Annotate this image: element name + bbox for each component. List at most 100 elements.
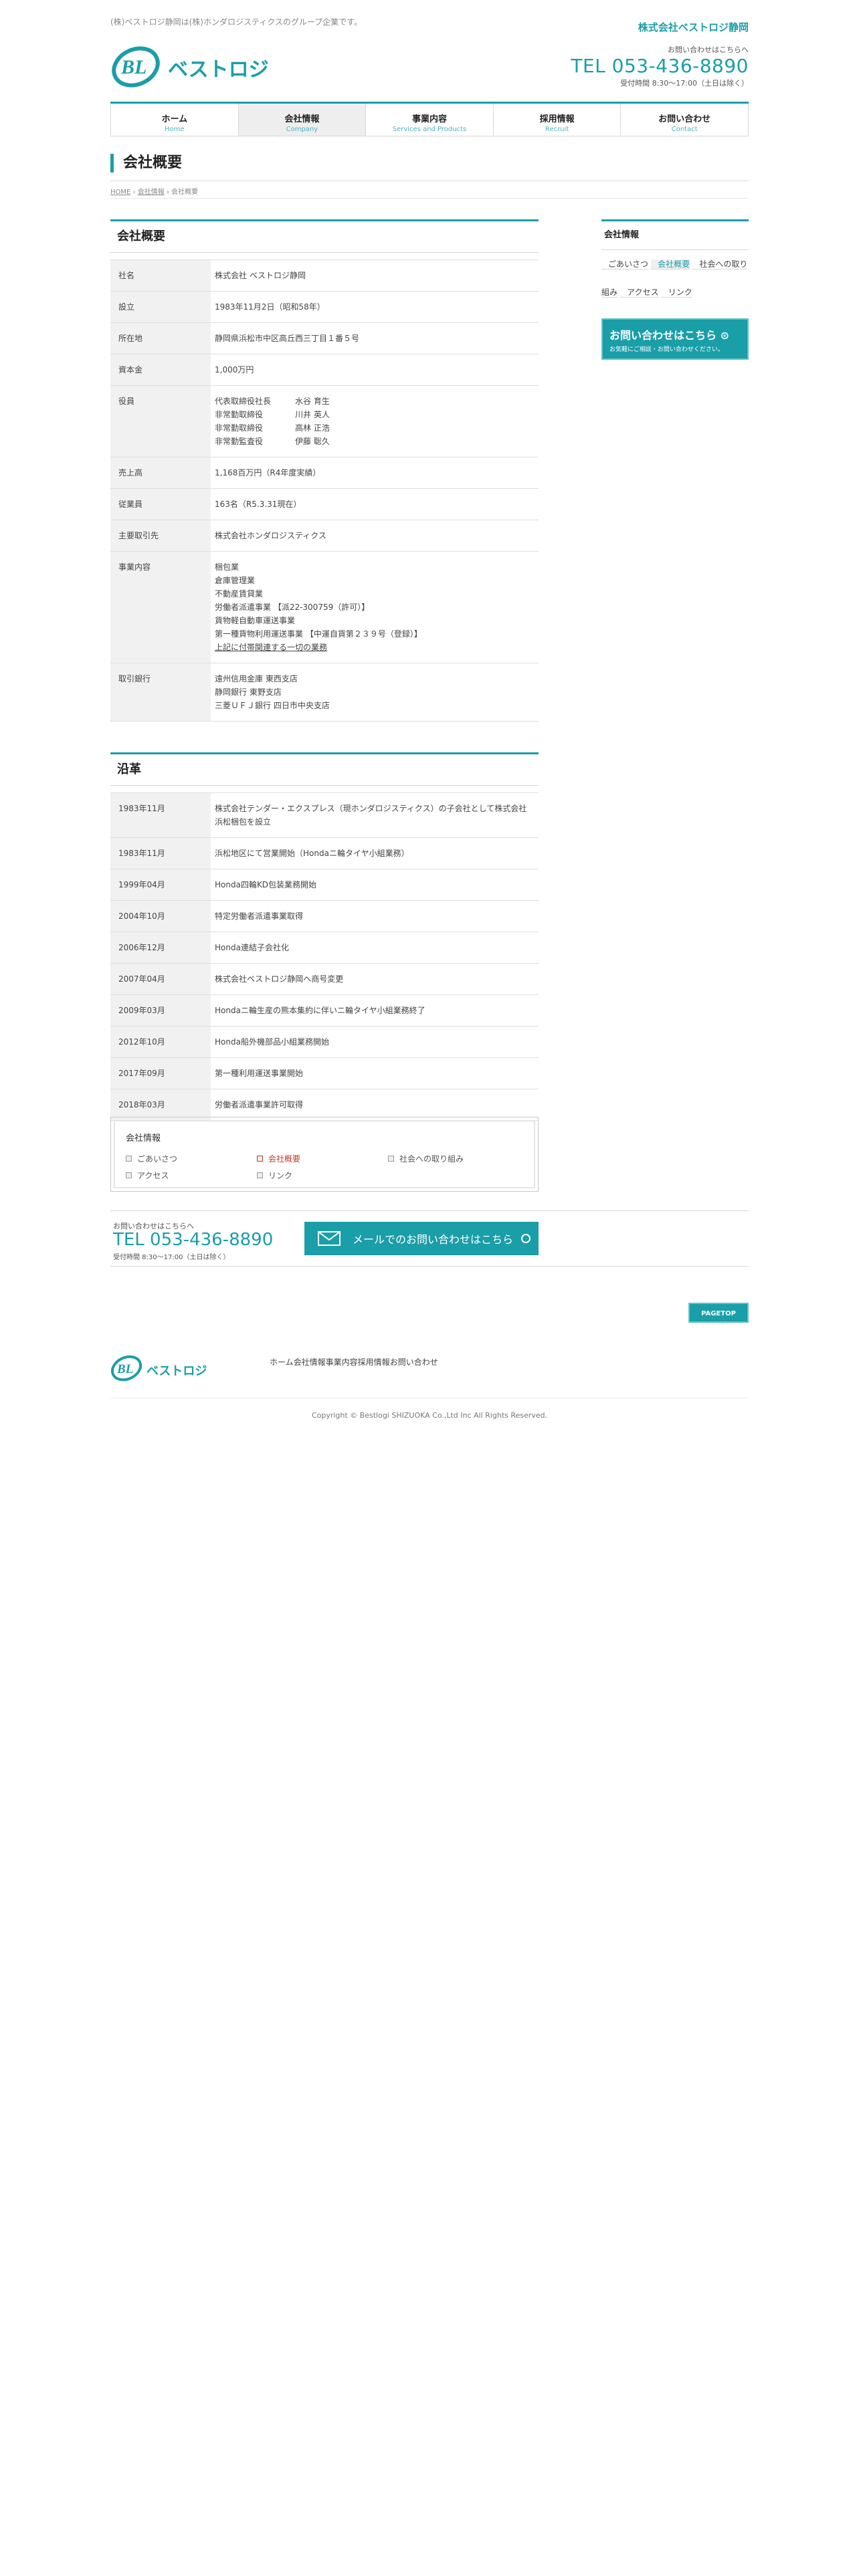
footer-nav-home[interactable]: ホーム	[270, 1358, 294, 1367]
table-row: 社名 株式会社 ベストロジ静岡	[110, 259, 539, 292]
history-date: 1983年11月	[110, 792, 211, 838]
gnav-home[interactable]: ホーム Home	[110, 104, 238, 136]
table-row: 取引銀行 遠州信用金庫 東西支店 静岡銀行 東野支店 三菱ＵＦＪ銀行 四日市中央…	[110, 663, 539, 722]
subnav-label: 社会への取り組み	[399, 1154, 464, 1164]
footer-nav-services[interactable]: 事業内容	[326, 1358, 358, 1367]
table-row: 2009年03月 Hondaニ輪生産の熊本集約に伴いニ輪タイヤ小組業務終了	[110, 994, 539, 1027]
footer-hours: 受付時間 8:30〜17:00（土日は除く）	[113, 1254, 230, 1261]
footer-tel[interactable]: TEL 053-436-8890	[113, 1230, 273, 1250]
footer-nav-recruit[interactable]: 採用情報	[358, 1358, 390, 1367]
subnav-item-links[interactable]: リンク	[257, 1170, 388, 1181]
subnav-label: ごあいさつ	[137, 1154, 178, 1164]
mail-contact-button[interactable]: メールでのお問い合わせはこちら	[304, 1222, 539, 1255]
sidebar-item-overview[interactable]: 会社概要	[651, 259, 690, 270]
business-line: 第一種貨物利用運送事業 【中運自貨第２３９号（登録）】	[215, 629, 422, 639]
circle-arrow-icon	[521, 1234, 531, 1243]
page-title: 会社概要	[110, 154, 182, 173]
history-date: 2004年10月	[110, 900, 211, 932]
table-row: 資本金 1,000万円	[110, 354, 539, 386]
header-tel[interactable]: TEL 053-436-8890	[571, 55, 749, 78]
officer-name: 水谷 育生	[295, 397, 330, 406]
banner-main-text: お問い合わせはこちら	[609, 329, 717, 342]
row-label: 事業内容	[110, 551, 211, 663]
row-value: 株式会社ホンダロジスティクス	[211, 520, 539, 552]
officer: 非常勤監査役 伊藤 聡久	[215, 435, 535, 448]
row-label: 主要取引先	[110, 520, 211, 552]
subnav-label: リンク	[268, 1171, 293, 1180]
gnav-contact[interactable]: お問い合わせ Contact	[620, 104, 749, 136]
table-row: 売上高 1,168百万円（R4年度実績）	[110, 457, 539, 489]
row-value: 163名（R5.3.31現在）	[211, 488, 539, 520]
envelope-icon	[318, 1231, 341, 1246]
sidebar-contact-banner[interactable]: お問い合わせはこちら ⊙ お気軽にご相談・お問い合わせください。	[601, 318, 749, 360]
officer: 非常勤取締役 高林 正浩	[215, 421, 535, 435]
officer-name: 伊藤 聡久	[295, 437, 330, 446]
table-row: 1999年04月 Honda四輪KD包装業務開始	[110, 869, 539, 901]
gnav-label: 事業内容	[411, 114, 447, 124]
row-label: 役員	[110, 385, 211, 457]
corporate-name: 株式会社ベストロジ静岡	[638, 21, 749, 33]
table-row: 2012年10月 Honda船外機部品小組業務開始	[110, 1026, 539, 1058]
pagetop-button[interactable]: PAGETOP	[688, 1303, 749, 1323]
history-date: 2012年10月	[110, 1026, 211, 1058]
divider	[110, 198, 749, 199]
table-row: 事業内容 梱包業 倉庫管理業 不動産賃貸業 労働者派遣事業 【派22-30075…	[110, 551, 539, 663]
business-line: 梱包業	[215, 562, 240, 572]
row-value: 遠州信用金庫 東西支店 静岡銀行 東野支店 三菱ＵＦＪ銀行 四日市中央支店	[211, 663, 539, 722]
footer-nav-contact[interactable]: お問い合わせ	[390, 1358, 438, 1367]
gnav-recruit[interactable]: 採用情報 Recruit	[492, 104, 621, 136]
officer-role: 非常勤監査役	[215, 437, 264, 446]
subnav-item-csr[interactable]: 社会への取り組み	[388, 1153, 519, 1164]
square-bullet-icon	[388, 1156, 394, 1162]
history-date: 2007年04月	[110, 963, 211, 995]
subnav-item-access[interactable]: アクセス	[126, 1170, 257, 1181]
gnav-services[interactable]: 事業内容 Services and Products	[365, 104, 493, 136]
sidebar-item-greeting[interactable]: ごあいさつ	[601, 259, 649, 270]
sidebar-item-links[interactable]: リンク	[661, 288, 692, 298]
square-bullet-icon	[257, 1172, 263, 1178]
svg-text:BL: BL	[116, 1362, 133, 1376]
breadcrumb-sep: ›	[166, 189, 169, 196]
gnav-company[interactable]: 会社情報 Company	[237, 104, 366, 136]
breadcrumb-company[interactable]: 会社情報	[138, 189, 165, 196]
circle-arrow-icon: ⊙	[720, 329, 729, 342]
svg-text:BL: BL	[120, 56, 147, 78]
footer-nav-company[interactable]: 会社情報	[294, 1358, 326, 1367]
breadcrumb-current: 会社概要	[171, 189, 199, 196]
row-label: 売上高	[110, 457, 211, 489]
business-line: 労働者派遣事業 【派22-300759（許可）】	[215, 603, 370, 612]
table-row: 主要取引先 株式会社ホンダロジスティクス	[110, 520, 539, 552]
subnav-item-overview[interactable]: 会社概要	[257, 1153, 388, 1164]
officer: 非常勤取締役 川井 英人	[215, 408, 535, 421]
subnav-label: 会社概要	[268, 1154, 301, 1164]
subnav-grid: ごあいさつ 会社概要 社会への取り組み アクセス リンク	[126, 1153, 523, 1181]
row-label: 取引銀行	[110, 663, 211, 722]
gnav-sub: Recruit	[545, 126, 569, 133]
officer-role: 非常勤取締役	[215, 423, 264, 433]
site-logo[interactable]: BL ベストロジ	[110, 41, 278, 90]
row-label: 従業員	[110, 488, 211, 520]
history-event: 株式会社テンダー・エクスプレス（現ホンダロジスティクス）の子会社として株式会社浜…	[211, 792, 539, 838]
history-date: 2006年12月	[110, 932, 211, 964]
history-event: Honda連結子会社化	[211, 932, 539, 964]
row-label: 所在地	[110, 322, 211, 354]
footer-logo[interactable]: BL ベストロジ	[110, 1351, 211, 1384]
global-nav: ホーム Home 会社情報 Company 事業内容 Services and Pro…	[110, 102, 749, 136]
header-hours: 受付時間 8:30〜17:00（土日は除く）	[620, 79, 749, 88]
sidebar-item-access[interactable]: アクセス	[620, 288, 659, 298]
table-row: 2018年03月 労働者派遣事業許可取得	[110, 1089, 539, 1121]
breadcrumb-home[interactable]: HOME	[110, 189, 130, 196]
table-row: 2004年10月 特定労働者派遣事業取得	[110, 900, 539, 932]
bank-line: 静岡銀行 東野支店	[215, 687, 282, 697]
subnav-item-greeting[interactable]: ごあいさつ	[126, 1153, 257, 1164]
history-event: 労働者派遣事業許可取得	[211, 1089, 539, 1121]
footer-contact: お問い合わせはこちらへ TEL 053-436-8890 受付時間 8:30〜1…	[110, 1210, 749, 1267]
gnav-label: ホーム	[161, 114, 188, 124]
breadcrumb: HOME › 会社情報 › 会社概要	[110, 186, 198, 196]
sidebar: 会社情報 ごあいさつ 会社概要 社会への取り組み アクセス リンク お問い合わせ…	[601, 219, 749, 360]
row-label: 設立	[110, 291, 211, 323]
row-value: 1,000万円	[211, 354, 539, 386]
officer-name: 川井 英人	[295, 410, 330, 419]
history-date: 2018年03月	[110, 1089, 211, 1121]
